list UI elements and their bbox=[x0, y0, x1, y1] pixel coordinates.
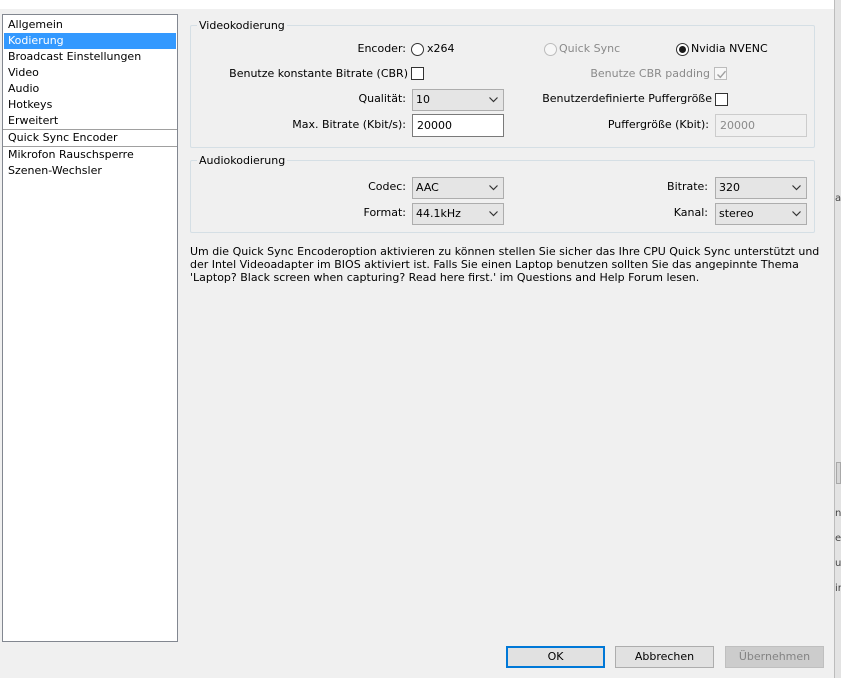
sidebar-item-quick-sync-encoder[interactable]: Quick Sync Encoder bbox=[3, 130, 177, 146]
background-glyph: ir bbox=[835, 583, 841, 594]
cbr-label: Benutze konstante Bitrate (CBR) bbox=[229, 67, 408, 80]
background-window-edge bbox=[834, 0, 841, 678]
encoder-nvenc-radio[interactable] bbox=[676, 43, 689, 56]
encoder-quick-sync-radio bbox=[544, 43, 557, 56]
encoder-x264-radio[interactable] bbox=[411, 43, 424, 56]
sidebar-item-erweitert[interactable]: Erweitert bbox=[3, 113, 177, 129]
format-label: Format: bbox=[363, 206, 406, 219]
custom-buffer-label: Benutzerdefinierte Puffergröße bbox=[542, 92, 712, 105]
video-encoding-title: Videokodierung bbox=[197, 19, 287, 33]
sidebar-item-mikrofon-rauschsperre[interactable]: Mikrofon Rauschsperre bbox=[3, 147, 177, 163]
window-top-strip bbox=[0, 0, 834, 9]
format-select[interactable]: 44.1kHz bbox=[412, 203, 504, 225]
channel-label: Kanal: bbox=[673, 206, 708, 219]
chevron-down-icon bbox=[792, 211, 801, 217]
cbr-padding-label: Benutze CBR padding bbox=[590, 67, 710, 80]
sidebar-item-allgemein[interactable]: Allgemein bbox=[3, 17, 177, 33]
quality-label: Qualität: bbox=[358, 92, 406, 105]
quality-select-value: 10 bbox=[416, 93, 430, 106]
encoder-quick-sync-label: Quick Sync bbox=[559, 42, 621, 55]
encoder-x264-label[interactable]: x264 bbox=[427, 41, 455, 57]
quality-select[interactable]: 10 bbox=[412, 89, 504, 111]
settings-category-list[interactable]: Allgemein Kodierung Broadcast Einstellun… bbox=[2, 14, 178, 642]
buffer-size-input: 20000 bbox=[715, 114, 807, 137]
buffer-size-label: Puffergröße (Kbit): bbox=[607, 118, 709, 131]
sidebar-item-broadcast[interactable]: Broadcast Einstellungen bbox=[3, 49, 177, 65]
cancel-button[interactable]: Abbrechen bbox=[615, 646, 714, 668]
bitrate-select[interactable]: 320 bbox=[715, 177, 807, 199]
channel-select-value: stereo bbox=[719, 207, 754, 220]
sidebar-item-video[interactable]: Video bbox=[3, 65, 177, 81]
background-glyph: n bbox=[835, 508, 841, 519]
audio-encoding-title: Audiokodierung bbox=[197, 154, 288, 168]
custom-buffer-checkbox[interactable] bbox=[715, 93, 728, 106]
sidebar-item-szenen-wechsler[interactable]: Szenen-Wechsler bbox=[3, 163, 177, 179]
background-glyph: a bbox=[835, 193, 841, 204]
cbr-checkbox[interactable] bbox=[411, 67, 424, 80]
max-bitrate-label: Max. Bitrate (Kbit/s): bbox=[292, 118, 406, 131]
encoder-nvenc-label[interactable]: Nvidia NVENC bbox=[691, 41, 768, 57]
codec-select[interactable]: AAC bbox=[412, 177, 504, 199]
apply-button: Übernehmen bbox=[725, 646, 824, 668]
format-select-value: 44.1kHz bbox=[416, 207, 461, 220]
ok-button[interactable]: OK bbox=[506, 646, 605, 668]
chevron-down-icon bbox=[489, 211, 498, 217]
channel-select[interactable]: stereo bbox=[715, 203, 807, 225]
checkmark-icon bbox=[717, 70, 727, 79]
bitrate-select-value: 320 bbox=[719, 181, 740, 194]
background-control bbox=[836, 462, 841, 484]
background-glyph: u bbox=[835, 558, 841, 569]
encoder-label: Encoder: bbox=[357, 42, 407, 55]
bitrate-label: Bitrate: bbox=[667, 180, 708, 193]
max-bitrate-input[interactable]: 20000 bbox=[412, 114, 504, 137]
background-glyph: e bbox=[835, 533, 841, 544]
cbr-padding-checkbox bbox=[714, 67, 727, 80]
quick-sync-info-text: Um die Quick Sync Encoderoption aktivier… bbox=[190, 245, 820, 284]
sidebar-item-audio[interactable]: Audio bbox=[3, 81, 177, 97]
chevron-down-icon bbox=[792, 185, 801, 191]
chevron-down-icon bbox=[489, 97, 498, 103]
codec-select-value: AAC bbox=[416, 181, 439, 194]
codec-label: Codec: bbox=[368, 180, 406, 193]
radio-selected-dot bbox=[679, 46, 686, 53]
chevron-down-icon bbox=[489, 185, 498, 191]
sidebar-item-kodierung[interactable]: Kodierung bbox=[4, 33, 176, 49]
sidebar-item-hotkeys[interactable]: Hotkeys bbox=[3, 97, 177, 113]
